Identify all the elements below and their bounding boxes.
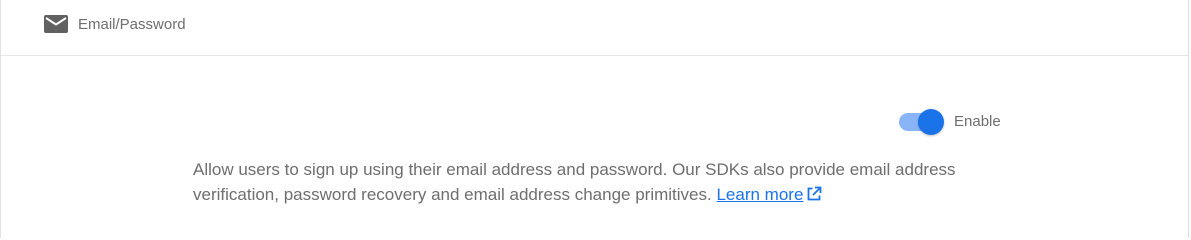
enable-label: Enable bbox=[954, 113, 1001, 130]
description-text: Allow users to sign up using their email… bbox=[193, 160, 956, 204]
toggle-thumb bbox=[918, 109, 944, 135]
open-in-new-icon bbox=[808, 186, 822, 201]
enable-toggle[interactable] bbox=[899, 108, 945, 136]
provider-card: Email/Password Enable Allow users to sig… bbox=[0, 0, 1189, 238]
provider-header: Email/Password bbox=[1, 0, 1188, 56]
mail-icon bbox=[44, 15, 68, 33]
provider-description: Allow users to sign up using their email… bbox=[193, 157, 993, 207]
provider-title: Email/Password bbox=[78, 16, 186, 33]
learn-more-link[interactable]: Learn more bbox=[716, 185, 822, 204]
learn-more-label: Learn more bbox=[716, 185, 804, 204]
